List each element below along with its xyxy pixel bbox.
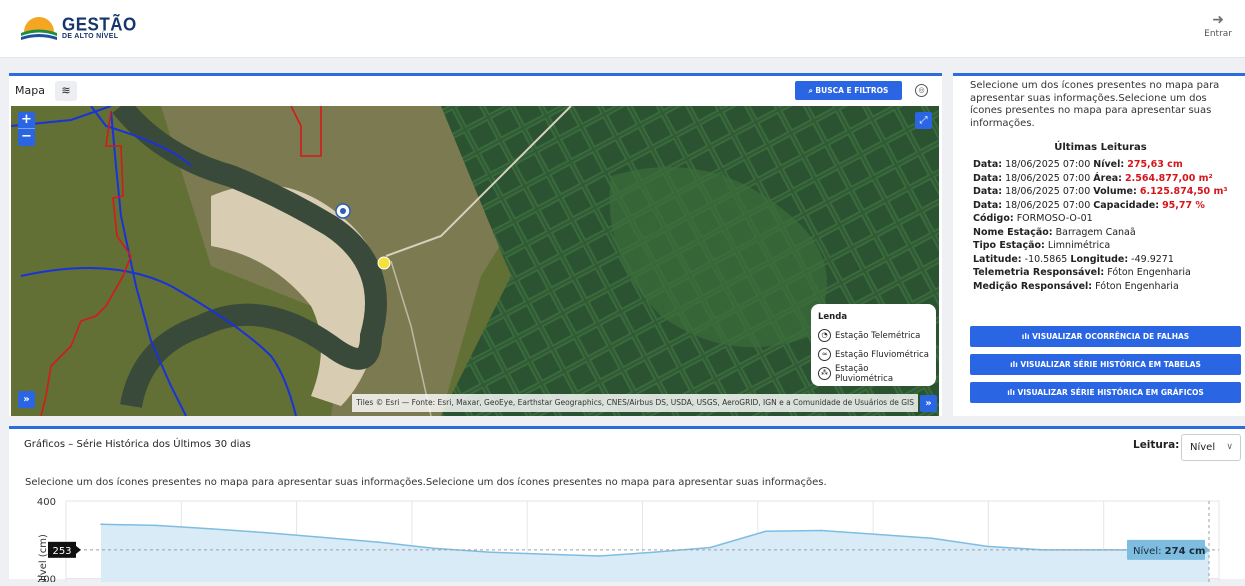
map-title: Mapa bbox=[15, 84, 45, 97]
latest-readings-heading: Últimas Leituras bbox=[1054, 142, 1147, 153]
crosshair-value-arrow bbox=[76, 545, 81, 554]
data-point bbox=[1042, 549, 1044, 551]
station-name: Nome Estação: Barragem Canaã bbox=[973, 226, 1136, 238]
leitura-selected-value: Nível bbox=[1190, 442, 1216, 453]
app-header: GESTÃO DE ALTO NÍVEL ➜ Entrar bbox=[0, 0, 1245, 58]
search-filters-label: BUSCA E FILTROS bbox=[815, 86, 889, 95]
history-chart[interactable]: 400 200 Nível (cm) 253 Nível: 274 cm bbox=[9, 491, 1245, 586]
logo-title: GESTÃO bbox=[62, 14, 137, 35]
expand-icon: ⤢ bbox=[919, 115, 928, 126]
data-point bbox=[100, 523, 102, 526]
station-type: Tipo Estação: Limnimétrica bbox=[973, 240, 1111, 251]
tooltip-text: Nível: 274 cm bbox=[1133, 545, 1205, 557]
satellite-map[interactable]: + − ⤢ » Tiles © Esri — Fonte: Esri, Maxa… bbox=[11, 106, 939, 416]
data-point bbox=[986, 545, 989, 548]
chart-panel: Gráficos – Série Histórica dos Últimos 3… bbox=[9, 426, 1245, 586]
data-point bbox=[765, 530, 767, 533]
data-point bbox=[211, 528, 213, 530]
data-point bbox=[654, 551, 656, 553]
layers-button[interactable]: ≋ bbox=[55, 81, 77, 101]
legend-label: Estação Pluviométrica bbox=[834, 363, 894, 384]
reading-row: Data: 18/06/2025 07:00 Nível: 275,63 cm bbox=[973, 159, 1183, 170]
chart-panel-title: Gráficos – Série Histórica dos Últimos 3… bbox=[24, 439, 251, 450]
view-failures-button[interactable]: ılı VISUALIZAR OCORRÊNCIA DE FALHAS bbox=[970, 326, 1241, 347]
view-history-tables-button[interactable]: ılı VISUALIZAR SÉRIE HISTÓRICA EM TABELA… bbox=[970, 354, 1241, 375]
y-tick-label: 400 bbox=[37, 497, 56, 508]
fullscreen-button[interactable]: ⤢ bbox=[915, 112, 932, 129]
double-chevron-right-icon: » bbox=[23, 394, 30, 405]
layers-icon: ≋ bbox=[61, 84, 71, 97]
map-panel: Mapa ≋ ⌕ BUSCA E FILTROS ◎ + − ⤢ » Tiles… bbox=[9, 73, 942, 416]
legend-item: ◔ Estação Telemétrica bbox=[818, 326, 929, 345]
map-attribution: Tiles © Esri — Fonte: Esri, Maxar, GeoEy… bbox=[352, 394, 918, 412]
map-toolbar: Mapa ≋ ⌕ BUSCA E FILTROS ◎ bbox=[9, 76, 942, 106]
legend-label: Estação Fluviométrica bbox=[835, 349, 929, 360]
data-point bbox=[432, 547, 435, 550]
telemetry-responsible: Telemetria Responsável: Fóton Engenharia bbox=[973, 267, 1191, 278]
legend-label: Estação Telemétrica bbox=[835, 330, 921, 341]
pluviometric-station-icon: ⁂ bbox=[818, 367, 831, 380]
zoom-in-button[interactable]: + bbox=[18, 112, 35, 129]
history-chart-svg: 400200Nível (cm) 253 Nível: 274 cm bbox=[37, 497, 1220, 586]
data-point bbox=[321, 536, 324, 539]
zoom-out-button[interactable]: − bbox=[18, 129, 35, 146]
data-point bbox=[820, 529, 822, 532]
search-filters-button[interactable]: ⌕ BUSCA E FILTROS bbox=[795, 81, 902, 100]
double-chevron-right-icon: » bbox=[925, 398, 932, 409]
y-axis-label: Nível (cm) bbox=[37, 534, 49, 582]
info-intro: Selecione um dos ícones presentes no map… bbox=[970, 80, 1220, 129]
data-point bbox=[875, 533, 878, 536]
login-button[interactable]: ➜ Entrar bbox=[1204, 13, 1232, 39]
fluviometric-station-icon: ≈ bbox=[818, 348, 831, 361]
sign-in-icon: ➜ bbox=[1212, 12, 1224, 28]
globe-icon[interactable]: ◎ bbox=[915, 84, 928, 97]
data-point bbox=[488, 551, 490, 553]
view-history-charts-button[interactable]: ılı VISUALIZAR SÉRIE HISTÓRICA EM GRÁFIC… bbox=[970, 382, 1241, 403]
station-code: Código: FORMOSO-O-01 bbox=[973, 213, 1093, 224]
chevron-down-icon: ∨ bbox=[1226, 442, 1233, 452]
logo[interactable]: GESTÃO DE ALTO NÍVEL bbox=[20, 14, 137, 42]
reading-row: Data: 18/06/2025 07:00 Área: 2.564.877,0… bbox=[973, 172, 1213, 184]
measurement-responsible: Medição Responsável: Fóton Engenharia bbox=[973, 280, 1179, 292]
station-coordinates: Latitude: -10.5865 Longitude: -49.9271 bbox=[973, 253, 1174, 265]
data-point bbox=[377, 541, 379, 543]
crosshair-value: 253 bbox=[52, 546, 71, 557]
zoom-controls: + − bbox=[18, 112, 35, 146]
data-point bbox=[266, 531, 269, 534]
expand-right-button[interactable]: » bbox=[920, 395, 937, 412]
leitura-select[interactable]: Nível ∨ bbox=[1181, 434, 1241, 461]
legend-title: Lenda bbox=[818, 312, 848, 322]
login-label: Entrar bbox=[1204, 29, 1232, 39]
telemetric-station-icon: ◔ bbox=[818, 329, 831, 342]
data-point bbox=[598, 555, 601, 557]
station-info-panel: Selecione um dos ícones presentes no map… bbox=[953, 73, 1245, 416]
reading-row: Data: 18/06/2025 07:00 Capacidade: 95,77… bbox=[973, 199, 1205, 211]
logo-sun-icon bbox=[21, 17, 57, 40]
chart-intro: Selecione um dos ícones presentes no map… bbox=[25, 477, 827, 488]
data-point bbox=[709, 546, 712, 549]
leitura-label: Leitura: bbox=[1133, 439, 1180, 451]
map-legend: Lenda ◔ Estação Telemétrica ≈ Estação Fl… bbox=[811, 304, 936, 386]
legend-item: ⁂ Estação Pluviométrica bbox=[818, 363, 929, 384]
data-point bbox=[155, 524, 158, 527]
map-canvas bbox=[11, 106, 939, 416]
data-point bbox=[931, 537, 933, 539]
legend-item: ≈ Estação Fluviométrica bbox=[818, 345, 929, 364]
expand-left-button[interactable]: » bbox=[18, 391, 35, 408]
data-point bbox=[543, 553, 545, 555]
reading-row: Data: 18/06/2025 07:00 Volume: 6.125.874… bbox=[973, 186, 1228, 197]
